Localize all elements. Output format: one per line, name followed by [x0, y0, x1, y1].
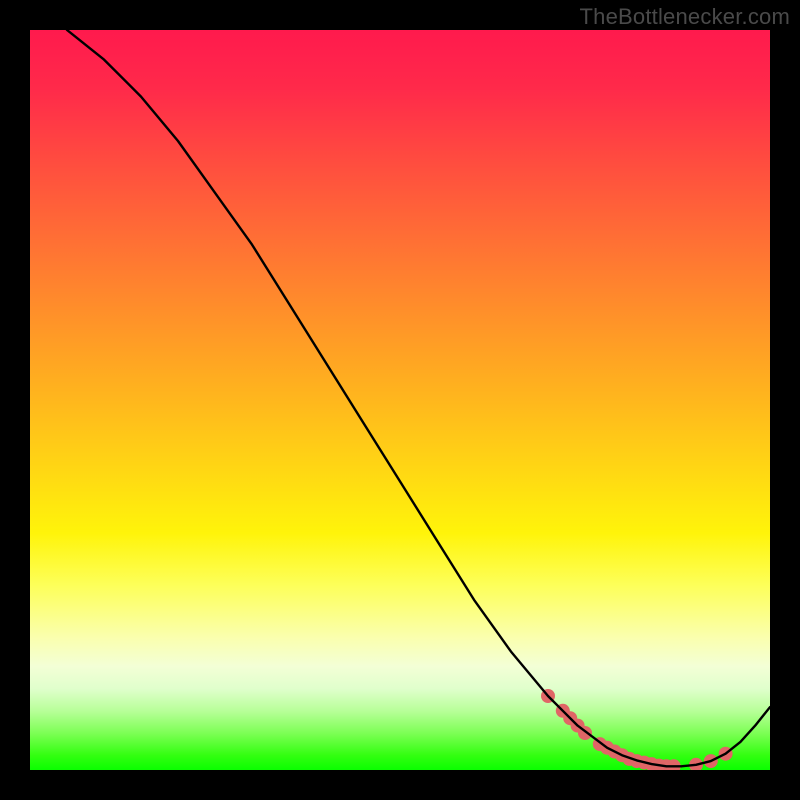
watermark-text: TheBottlenecker.com	[580, 4, 790, 30]
plot-area	[30, 30, 770, 770]
bottleneck-curve	[67, 30, 770, 766]
chart-svg	[30, 30, 770, 770]
markers-group	[541, 689, 733, 770]
chart-frame: TheBottlenecker.com	[0, 0, 800, 800]
